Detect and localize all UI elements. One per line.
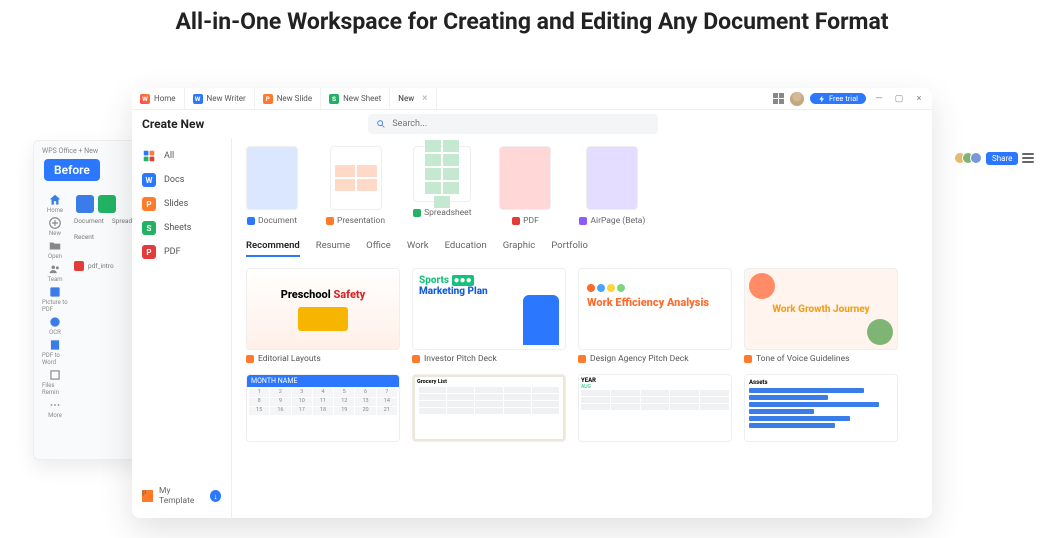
lightning-icon xyxy=(818,95,826,103)
maximize-button[interactable]: ▢ xyxy=(892,92,906,106)
back-icon-ocr: OCR xyxy=(42,315,68,336)
apps-grid-icon[interactable] xyxy=(773,93,784,104)
type-spreadsheet[interactable]: Spreadsheet xyxy=(413,146,471,226)
sidebar-item-label: Sheets xyxy=(164,223,191,233)
template-card[interactable]: Work Growth Journey Tone of Voice Guidel… xyxy=(744,268,898,364)
sidebar-item-label: PDF xyxy=(164,247,181,257)
create-new-title: Create New xyxy=(142,117,204,131)
page-title: All-in-One Workspace for Creating and Ed… xyxy=(0,0,1064,35)
template-card[interactable]: YEAR AUG xyxy=(578,374,732,442)
sidebar: All W Docs P Slides S Sheets P PDF P My … xyxy=(132,138,232,518)
close-button[interactable]: × xyxy=(912,92,926,106)
template-card[interactable]: Work Efficiency Analysis Design Agency P… xyxy=(578,268,732,364)
share-window: Share xyxy=(954,148,1034,168)
filter-tab-work[interactable]: Work xyxy=(407,240,429,257)
search-input[interactable] xyxy=(392,119,650,129)
type-pdf[interactable]: PDF xyxy=(499,146,551,226)
sidebar-item-sheets[interactable]: S Sheets xyxy=(132,216,231,240)
filter-tab-portfolio[interactable]: Portfolio xyxy=(551,240,588,257)
back-icon-team: Team xyxy=(42,262,68,283)
slide-icon: P xyxy=(263,94,273,104)
pdf-icon: P xyxy=(142,245,156,259)
back-icon-pdf2word: PDF to Word xyxy=(42,338,68,366)
sidebar-item-docs[interactable]: W Docs xyxy=(132,168,231,192)
back-icon-files: Files Remin xyxy=(42,368,68,396)
back-icon-more: More xyxy=(42,398,68,419)
menu-icon[interactable] xyxy=(1022,153,1034,163)
titlebar: WHome WNew Writer PNew Slide SNew Sheet … xyxy=(132,88,932,110)
slides-icon: P xyxy=(142,197,156,211)
back-icon-pic2pdf: Picture to PDF xyxy=(42,285,68,313)
wps-icon: W xyxy=(140,94,150,104)
sheets-icon: S xyxy=(142,221,156,235)
tab-sheet[interactable]: SNew Sheet xyxy=(321,88,390,109)
search-icon xyxy=(376,119,386,129)
filter-tab-education[interactable]: Education xyxy=(445,240,487,257)
before-window: WPS Office + New Before Home New Open Te… xyxy=(33,140,143,460)
main-content: Document Presentation Spreadsheet PDF Ai… xyxy=(232,138,932,518)
writer-icon: W xyxy=(193,94,203,104)
type-presentation[interactable]: Presentation xyxy=(326,146,385,226)
sidebar-item-label: Docs xyxy=(164,175,184,185)
tab-slide[interactable]: PNew Slide xyxy=(255,88,321,109)
my-template-button[interactable]: P My Template ↓ xyxy=(132,480,231,512)
before-top-text: WPS Office + New xyxy=(42,147,98,155)
tab-new[interactable]: New× xyxy=(390,88,436,109)
sidebar-item-label: All xyxy=(164,151,174,161)
tab-writer[interactable]: WNew Writer xyxy=(185,88,255,109)
close-icon[interactable]: × xyxy=(422,93,427,104)
download-icon: ↓ xyxy=(210,490,221,502)
tab-home[interactable]: WHome xyxy=(132,88,185,109)
back-icon-home: Home xyxy=(42,193,68,214)
template-card[interactable]: Sports ●●● Marketing Plan Investor Pitch… xyxy=(412,268,566,364)
avatars-stack xyxy=(954,152,982,164)
docs-icon: W xyxy=(142,173,156,187)
filter-tab-recommend[interactable]: Recommend xyxy=(246,240,300,257)
search-box[interactable] xyxy=(368,114,658,134)
avatar[interactable] xyxy=(790,92,804,106)
sidebar-item-slides[interactable]: P Slides xyxy=(132,192,231,216)
toolbar: Create New xyxy=(132,110,932,138)
sidebar-item-label: Slides xyxy=(164,199,188,209)
free-trial-button[interactable]: Free trial xyxy=(810,93,866,104)
template-card[interactable]: Preschool Safety Editorial Layouts xyxy=(246,268,400,364)
type-document[interactable]: Document xyxy=(246,146,298,226)
before-badge: Before xyxy=(44,159,100,181)
template-card[interactable]: Assets xyxy=(744,374,898,442)
sidebar-item-all[interactable]: All xyxy=(132,144,231,168)
template-icon: P xyxy=(142,490,153,502)
template-card[interactable]: Grocery List xyxy=(412,374,566,442)
filter-tab-graphic[interactable]: Graphic xyxy=(503,240,536,257)
back-icon-new: New xyxy=(42,216,68,237)
filter-tab-resume[interactable]: Resume xyxy=(316,240,350,257)
template-card[interactable]: MONTH NAME 12345678910111213141516171819… xyxy=(246,374,400,442)
filter-tab-office[interactable]: Office xyxy=(366,240,391,257)
share-button[interactable]: Share xyxy=(986,152,1018,165)
app-window: WHome WNew Writer PNew Slide SNew Sheet … xyxy=(132,88,932,518)
back-icon-open: Open xyxy=(42,239,68,260)
filter-tabbar: Recommend Resume Office Work Education G… xyxy=(246,240,918,258)
all-icon xyxy=(142,149,156,163)
type-airpage[interactable]: AirPage (Beta) xyxy=(579,146,645,226)
sheet-icon: S xyxy=(329,94,339,104)
sidebar-item-pdf[interactable]: P PDF xyxy=(132,240,231,264)
minimize-button[interactable]: — xyxy=(872,92,886,106)
